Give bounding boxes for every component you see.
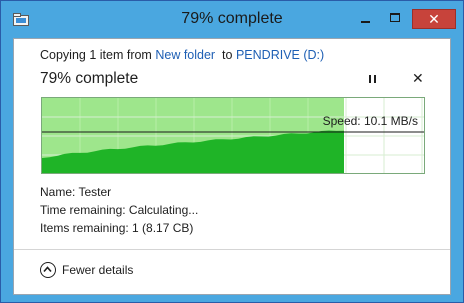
copy-description: Copying 1 item from New folder to PENDRI… [40, 48, 324, 62]
chevron-up-icon [40, 262, 56, 278]
file-name: Name: Tester [40, 185, 112, 199]
to-word: to [222, 48, 233, 62]
pause-icon [369, 75, 371, 83]
speed-label: Speed: 10.1 MB/s [322, 114, 418, 128]
copy-dialog-window: 79% complete ✕ Copying 1 item from New f… [0, 0, 464, 303]
cancel-button[interactable]: ✕ [412, 70, 424, 87]
close-button[interactable]: ✕ [412, 9, 456, 29]
maximize-icon [390, 13, 400, 22]
maximize-button[interactable] [382, 9, 408, 29]
minimize-button[interactable] [352, 9, 378, 29]
items-remaining: Items remaining: 1 (8.17 CB) [40, 221, 194, 235]
copy-prefix: Copying 1 item from [40, 48, 152, 62]
progress-heading: 79% complete [40, 70, 139, 87]
destination-link[interactable]: PENDRIVE (D:) [236, 48, 324, 62]
dialog-footer: Fewer details [14, 250, 450, 294]
title-bar[interactable]: 79% complete ✕ [2, 2, 462, 38]
time-remaining: Time remaining: Calculating... [40, 203, 199, 217]
dialog-content: Copying 1 item from New folder to PENDRI… [13, 38, 451, 295]
pause-button[interactable] [366, 73, 380, 87]
minimize-icon [361, 21, 370, 23]
close-icon: ✕ [428, 11, 440, 27]
source-folder-link[interactable]: New folder [155, 48, 215, 62]
transfer-speed-graph: Speed: 10.1 MB/s [41, 97, 425, 174]
speed-chart [42, 98, 424, 173]
fewer-details-label: Fewer details [62, 263, 134, 277]
